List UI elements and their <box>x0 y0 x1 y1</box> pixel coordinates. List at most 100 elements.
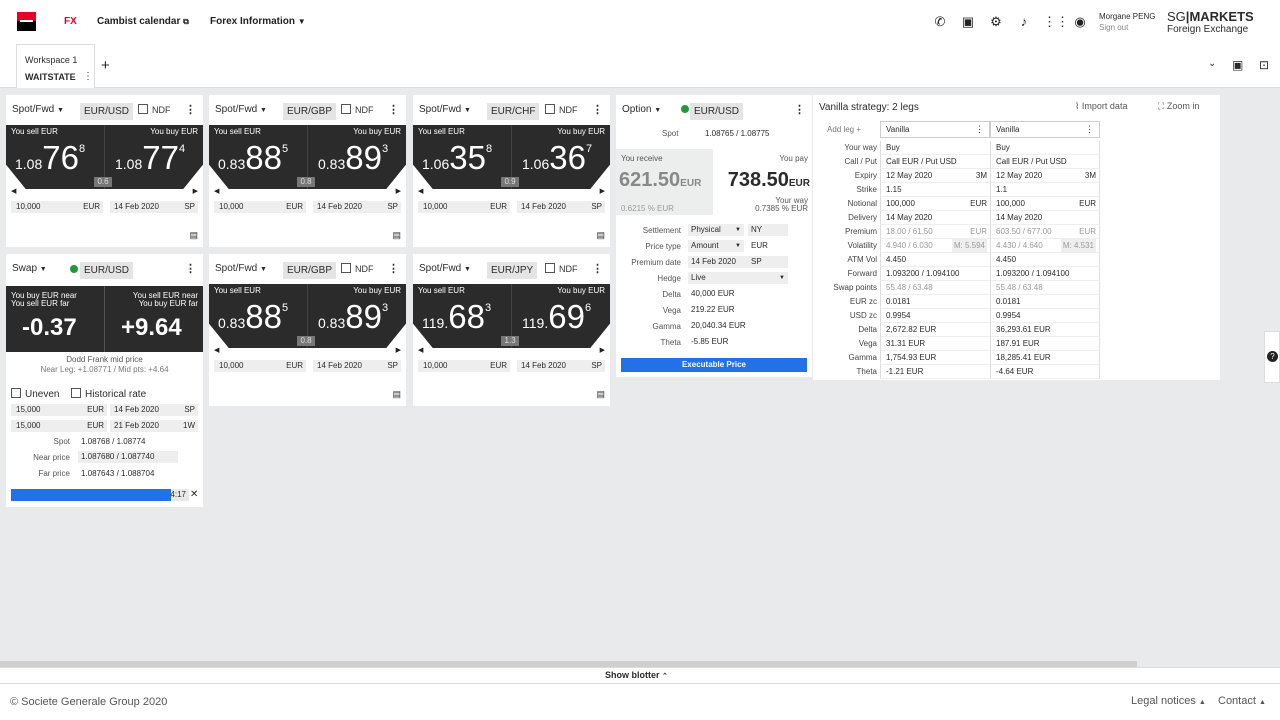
currency-pair[interactable]: EUR/JPY <box>487 262 538 279</box>
leg1-cell[interactable]: -1.21 EUR <box>880 365 990 379</box>
buy-price-button[interactable]: You buy EUR 119.696 <box>511 284 610 348</box>
clipboard-icon[interactable]: ▤ <box>596 230 605 241</box>
leg2-cell[interactable]: 36,293.61 EUR <box>990 323 1100 337</box>
currency-pair[interactable]: EUR/GBP <box>283 262 337 279</box>
caret-right-icon[interactable]: ▶ <box>396 346 401 354</box>
option-field-value[interactable]: Physical ▼ <box>688 224 744 236</box>
chat-icon[interactable]: ▣ <box>959 13 977 31</box>
buy-price-button[interactable]: You buy EUR 1.08774 <box>104 125 203 189</box>
leg2-cell[interactable]: 603.50 / 677.00 EUR <box>990 225 1100 239</box>
swap-far-amount-input[interactable]: 15,000 EUR <box>11 420 107 432</box>
workspace-tab[interactable]: Workspace 1 WAITSTATE ⋮ <box>16 44 95 88</box>
clipboard-icon[interactable]: ▤ <box>392 389 401 400</box>
executable-price-button[interactable]: Executable Price <box>621 358 807 372</box>
option-field-value2[interactable]: NY <box>748 224 788 236</box>
caret-left-icon[interactable]: ◀ <box>214 346 219 354</box>
leg2-cell[interactable]: Call EUR / Put USD <box>990 155 1100 169</box>
sell-price-button[interactable]: You sell EUR 0.83885 <box>209 125 307 189</box>
date-input[interactable]: 14 Feb 2020 SP <box>517 201 605 213</box>
amount-input[interactable]: 10,000 EUR <box>214 360 306 372</box>
leg1-cell[interactable]: 1.15 <box>880 183 990 197</box>
leg2-cell[interactable]: 0.9954 <box>990 309 1100 323</box>
leg2-cell[interactable]: 0.0181 <box>990 295 1100 309</box>
leg1-cell[interactable]: 18.00 / 61.50 EUR <box>880 225 990 239</box>
tile-type-select[interactable]: Spot/Fwd ▼ <box>215 254 267 284</box>
leg2-cell[interactable]: 14 May 2020 <box>990 211 1100 225</box>
nav-cambist-calendar[interactable]: Cambist calendar ⧉ <box>97 16 189 27</box>
option-field-value[interactable]: Live ▼ <box>688 272 788 284</box>
leg2-cell[interactable]: 18,285.41 EUR <box>990 351 1100 365</box>
swap-right-price[interactable]: You sell EUR near You buy EUR far +9.64 <box>104 286 203 352</box>
option-receive-panel[interactable]: You receive 621.50EUR 0.6215 % EUR <box>616 149 713 215</box>
sign-out-link[interactable]: Sign out <box>1099 23 1128 32</box>
leg1-header[interactable]: Vanilla ⋮ <box>880 121 990 138</box>
amount-input[interactable]: 10,000 EUR <box>418 360 510 372</box>
tile-menu-icon[interactable]: ⋮ <box>592 262 603 275</box>
leg1-cell[interactable]: 100,000 EUR <box>880 197 990 211</box>
caret-right-icon[interactable]: ▶ <box>600 346 605 354</box>
clipboard-icon[interactable]: ▤ <box>392 230 401 241</box>
caret-left-icon[interactable]: ◀ <box>418 346 423 354</box>
show-blotter-button[interactable]: Show blotter ⌃ <box>605 670 668 680</box>
swap-near-date-input[interactable]: 14 Feb 2020 SP <box>110 404 198 416</box>
sell-price-button[interactable]: You sell EUR 1.08768 <box>6 125 104 189</box>
sg-logo[interactable] <box>17 12 36 31</box>
leg2-cell[interactable]: -4.64 EUR <box>990 365 1100 379</box>
leg1-menu-icon[interactable]: ⋮ <box>975 124 984 135</box>
apps-grid-icon[interactable]: ⋮⋮ <box>1043 13 1069 31</box>
swap-menu-icon[interactable]: ⋮ <box>185 262 196 275</box>
sell-price-button[interactable]: You sell EUR 1.06358 <box>413 125 511 189</box>
amount-input[interactable]: 10,000 EUR <box>11 201 103 213</box>
swap-type-select[interactable]: Swap ▼ <box>12 254 47 284</box>
swap-left-price[interactable]: You buy EUR near You sell EUR far -0.37 <box>6 286 104 352</box>
leg1-cell[interactable]: 31.31 EUR <box>880 337 990 351</box>
option-field-value[interactable]: Amount ▼ <box>688 240 744 252</box>
buy-price-button[interactable]: You buy EUR 1.06367 <box>511 125 610 189</box>
swap-currency-pair[interactable]: EUR/USD <box>80 262 134 279</box>
gear-icon[interactable]: ⚙ <box>987 13 1005 31</box>
currency-pair[interactable]: EUR/USD <box>80 103 134 120</box>
leg2-menu-icon[interactable]: ⋮ <box>1085 124 1094 135</box>
tile-type-select[interactable]: Spot/Fwd ▼ <box>215 95 267 125</box>
contact-link[interactable]: Contact ▲ <box>1218 695 1266 707</box>
caret-left-icon[interactable]: ◀ <box>214 187 219 195</box>
leg1-cell[interactable]: 1,754.93 EUR <box>880 351 990 365</box>
phone-icon[interactable]: ✆ <box>931 13 949 31</box>
leg1-cell[interactable]: 55.48 / 63.48 <box>880 281 990 295</box>
caret-right-icon[interactable]: ▶ <box>396 187 401 195</box>
currency-pair[interactable]: EUR/GBP <box>283 103 337 120</box>
zoom-in-button[interactable]: ⛶ Zoom in <box>1158 101 1199 112</box>
sell-price-button[interactable]: You sell EUR 0.83885 <box>209 284 307 348</box>
tile-type-select[interactable]: Spot/Fwd ▼ <box>419 95 471 125</box>
leg2-cell[interactable]: 12 May 2020 3M <box>990 169 1100 183</box>
leg2-cell[interactable]: 4.430 / 4.640 M: 4.531 <box>990 239 1100 253</box>
save-icon[interactable]: ▣ <box>1232 58 1243 72</box>
user-icon[interactable]: ◉ <box>1071 13 1089 31</box>
leg1-cell[interactable]: 14 May 2020 <box>880 211 990 225</box>
leg1-cell[interactable]: Call EUR / Put USD <box>880 155 990 169</box>
date-input[interactable]: 14 Feb 2020 SP <box>313 360 401 372</box>
ndf-checkbox[interactable]: NDF <box>545 263 578 274</box>
help-tab[interactable]: ? <box>1264 331 1280 383</box>
leg2-header[interactable]: Vanilla ⋮ <box>990 121 1100 138</box>
add-leg-button[interactable]: Add leg + <box>827 125 861 134</box>
leg2-cell[interactable]: 187.91 EUR <box>990 337 1100 351</box>
leg1-cell[interactable]: 1.093200 / 1.094100 <box>880 267 990 281</box>
add-workspace-button[interactable]: + <box>101 57 110 74</box>
tile-menu-icon[interactable]: ⋮ <box>592 103 603 116</box>
lock-icon[interactable]: ⊡ <box>1259 58 1269 72</box>
bell-icon[interactable]: ♪ <box>1015 13 1033 31</box>
option-currency-pair[interactable]: EUR/USD <box>690 103 744 120</box>
option-field-value2[interactable]: SP <box>748 256 788 268</box>
amount-input[interactable]: 10,000 EUR <box>418 201 510 213</box>
caret-left-icon[interactable]: ◀ <box>11 187 16 195</box>
leg1-cell[interactable]: 2,672.82 EUR <box>880 323 990 337</box>
leg1-cell[interactable]: 4.940 / 6.030 M: 5.594 <box>880 239 990 253</box>
option-menu-icon[interactable]: ⋮ <box>794 103 805 116</box>
date-input[interactable]: 14 Feb 2020 SP <box>517 360 605 372</box>
tile-type-select[interactable]: Spot/Fwd ▼ <box>12 95 64 125</box>
tile-menu-icon[interactable]: ⋮ <box>388 262 399 275</box>
leg1-cell[interactable]: 4.450 <box>880 253 990 267</box>
swap-far-date-input[interactable]: 21 Feb 2020 1W <box>110 420 198 432</box>
leg1-cell[interactable]: Buy <box>880 141 990 155</box>
